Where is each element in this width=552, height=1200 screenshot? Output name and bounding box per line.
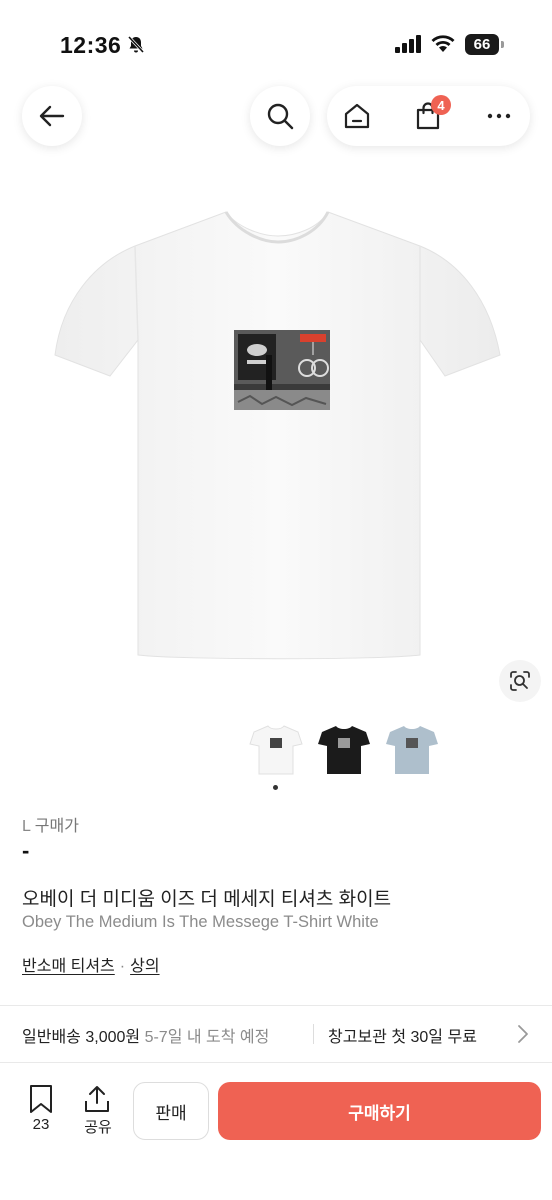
buy-button[interactable]: 구매하기	[218, 1082, 541, 1140]
shipping-label: 일반배송	[22, 1029, 81, 1046]
image-thumbnails	[0, 722, 552, 782]
price-type: 구매가	[34, 818, 79, 835]
bookmark-icon	[30, 1085, 52, 1113]
thumbnail-white[interactable]	[248, 722, 304, 778]
price-size: L	[22, 818, 31, 835]
status-bar: 12:36 66	[0, 0, 552, 90]
status-time: 12:36	[60, 32, 122, 58]
price-label: L 구매가	[22, 812, 79, 836]
back-button[interactable]	[22, 86, 82, 146]
chevron-right-icon[interactable]	[516, 1024, 530, 1049]
home-icon	[344, 103, 370, 129]
image-search-button[interactable]	[499, 660, 541, 702]
share-icon	[85, 1086, 109, 1112]
warehouse-note: 첫 30일 무료	[391, 1029, 477, 1046]
home-button[interactable]	[327, 86, 387, 146]
more-options-button[interactable]	[469, 86, 529, 146]
shipping-info[interactable]: 일반배송 3,000원 5-7일 내 도착 예정	[22, 1023, 269, 1047]
thumbnail-black[interactable]	[316, 722, 372, 778]
sell-button[interactable]: 판매	[133, 1082, 209, 1140]
divider	[0, 1062, 552, 1063]
bell-muted-icon	[126, 35, 146, 60]
more-horizontal-icon	[487, 113, 511, 119]
category-link-short-sleeve[interactable]: 반소매 티셔츠	[22, 958, 115, 975]
category-breadcrumb: 반소매 티셔츠 · 상의	[22, 952, 160, 976]
wifi-icon	[430, 33, 456, 58]
cart-count-badge: 4	[431, 95, 451, 115]
shirt-graphic	[234, 330, 330, 410]
product-page: 12:36 66 4 L 구매가 - 오베이 더 미디움 이즈 더 메세지 티셔…	[0, 0, 552, 1200]
wishlist-count: 23	[32, 1116, 50, 1133]
category-link-tops[interactable]: 상의	[130, 958, 159, 975]
product-image[interactable]	[0, 150, 552, 695]
share-label: 공유	[84, 1119, 112, 1136]
thumbnail-light-blue[interactable]	[384, 722, 440, 778]
battery-icon: 66	[465, 34, 505, 55]
carousel-indicator	[273, 785, 278, 790]
cellular-signal-icon	[395, 35, 423, 58]
header-actions: 4	[327, 86, 530, 146]
lens-search-icon	[510, 671, 530, 691]
shipping-eta: 5-7일 내 도착 예정	[144, 1029, 270, 1046]
product-title-ko: 오베이 더 미디움 이즈 더 메세지 티셔츠 화이트	[22, 889, 392, 910]
battery-level: 66	[465, 34, 499, 55]
shipping-fee: 3,000원	[85, 1029, 141, 1046]
category-separator: ·	[119, 958, 126, 975]
search-button[interactable]	[250, 86, 310, 146]
divider	[0, 1005, 552, 1006]
share-button[interactable]	[80, 1083, 114, 1120]
warehouse-info[interactable]: 창고보관 첫 30일 무료	[328, 1023, 477, 1047]
product-title-en: Obey The Medium Is The Messege T-Shirt W…	[22, 913, 379, 931]
divider	[313, 1024, 314, 1044]
price-value: -	[22, 838, 30, 863]
cart-button[interactable]	[398, 86, 458, 146]
wishlist-button[interactable]	[24, 1083, 58, 1120]
arrow-left-icon	[39, 105, 65, 127]
search-icon	[267, 103, 294, 130]
warehouse-label: 창고보관	[328, 1029, 387, 1046]
